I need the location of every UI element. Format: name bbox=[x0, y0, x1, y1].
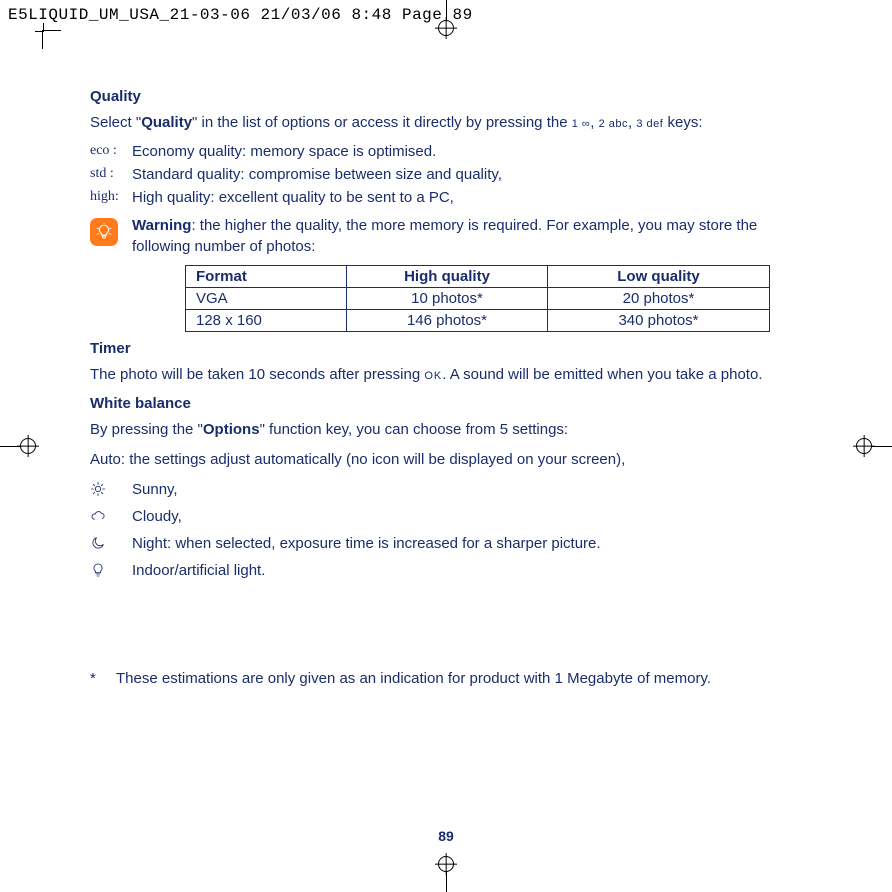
quality-def-text: Economy quality: memory space is optimis… bbox=[132, 143, 810, 160]
wb-item-text: Cloudy, bbox=[132, 508, 182, 525]
crop-mark-top-left bbox=[42, 30, 61, 49]
table-header-row: Format High quality Low quality bbox=[186, 265, 770, 287]
lightbulb-icon bbox=[90, 218, 118, 246]
bulb-icon bbox=[90, 562, 132, 578]
high-icon: high: bbox=[90, 189, 132, 205]
sun-icon bbox=[90, 481, 132, 497]
std-icon: std : bbox=[90, 166, 132, 182]
text: . A sound will be emitted when you take … bbox=[442, 366, 762, 383]
white-balance-list: Sunny, Cloudy, Night: when selected, exp… bbox=[90, 481, 810, 579]
footnote-marker: * bbox=[90, 669, 116, 689]
wb-item: Indoor/artificial light. bbox=[90, 562, 810, 579]
quality-def-row: std : Standard quality: compromise betwe… bbox=[90, 166, 810, 183]
text: " function key, you can choose from 5 se… bbox=[260, 421, 569, 438]
timer-heading: Timer bbox=[90, 340, 810, 357]
wb-item: Night: when selected, exposure time is i… bbox=[90, 535, 810, 552]
eco-icon: eco : bbox=[90, 143, 132, 159]
warning-block: Warning: the higher the quality, the mor… bbox=[90, 216, 810, 257]
quality-table: Format High quality Low quality VGA 10 p… bbox=[185, 265, 770, 332]
registration-mark-top bbox=[438, 0, 454, 36]
white-balance-heading: White balance bbox=[90, 395, 810, 412]
quality-def-text: Standard quality: compromise between siz… bbox=[132, 166, 810, 183]
registration-mark-bottom bbox=[438, 856, 454, 892]
wb-item: Cloudy, bbox=[90, 508, 810, 525]
text: keys: bbox=[663, 114, 702, 131]
cloud-icon bbox=[90, 508, 132, 524]
table-cell: 20 photos* bbox=[548, 287, 770, 309]
registration-mark-right bbox=[856, 438, 892, 454]
table-header: High quality bbox=[347, 265, 548, 287]
page-number: 89 bbox=[438, 828, 454, 844]
text: : the higher the quality, the more memor… bbox=[132, 217, 757, 254]
white-balance-intro: By pressing the "Options" function key, … bbox=[90, 420, 810, 440]
text: By pressing the " bbox=[90, 421, 203, 438]
wb-item: Sunny, bbox=[90, 481, 810, 498]
quality-def-row: high: High quality: excellent quality to… bbox=[90, 189, 810, 206]
table-header: Low quality bbox=[548, 265, 770, 287]
quality-heading: Quality bbox=[90, 88, 810, 105]
table-row: 128 x 160 146 photos* 340 photos* bbox=[186, 309, 770, 331]
wb-item-text: Night: when selected, exposure time is i… bbox=[132, 535, 601, 552]
text: The photo will be taken 10 seconds after… bbox=[90, 366, 424, 383]
key-3-icon: 3 def bbox=[636, 118, 663, 130]
footnote: *These estimations are only given as an … bbox=[90, 669, 810, 689]
table-cell: 10 photos* bbox=[347, 287, 548, 309]
key-1-icon: 1 ∞ bbox=[572, 118, 591, 130]
timer-text: The photo will be taken 10 seconds after… bbox=[90, 365, 810, 385]
quality-def-row: eco : Economy quality: memory space is o… bbox=[90, 143, 810, 160]
wb-item-text: Indoor/artificial light. bbox=[132, 562, 265, 579]
text: Select " bbox=[90, 114, 141, 131]
table-row: VGA 10 photos* 20 photos* bbox=[186, 287, 770, 309]
table-cell: 146 photos* bbox=[347, 309, 548, 331]
warning-text: Warning: the higher the quality, the mor… bbox=[132, 216, 810, 257]
wb-item-text: Sunny, bbox=[132, 481, 178, 498]
table-cell: 128 x 160 bbox=[186, 309, 347, 331]
moon-icon bbox=[90, 535, 132, 551]
text-bold: Warning bbox=[132, 217, 191, 234]
ok-key-icon: OK bbox=[424, 370, 442, 382]
text-bold: Options bbox=[203, 421, 260, 438]
page-content: Quality Select "Quality" in the list of … bbox=[90, 82, 810, 699]
quality-def-text: High quality: excellent quality to be se… bbox=[132, 189, 810, 206]
table-cell: VGA bbox=[186, 287, 347, 309]
table-cell: 340 photos* bbox=[548, 309, 770, 331]
footnote-text: These estimations are only given as an i… bbox=[116, 670, 711, 687]
registration-mark-left bbox=[0, 438, 36, 454]
quality-intro: Select "Quality" in the list of options … bbox=[90, 113, 810, 133]
quality-definitions: eco : Economy quality: memory space is o… bbox=[90, 143, 810, 206]
text-bold: Quality bbox=[141, 114, 192, 131]
key-2-icon: 2 abc bbox=[599, 118, 628, 130]
white-balance-auto: Auto: the settings adjust automatically … bbox=[90, 450, 810, 470]
text: " in the list of options or access it di… bbox=[192, 114, 572, 131]
table-header: Format bbox=[186, 265, 347, 287]
